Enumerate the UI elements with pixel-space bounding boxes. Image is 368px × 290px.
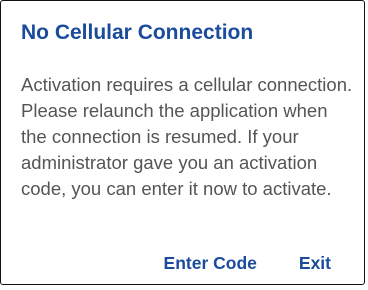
dialog-actions: Enter Code Exit	[164, 253, 331, 274]
enter-code-button[interactable]: Enter Code	[164, 253, 257, 274]
dialog-message: Activation requires a cellular connectio…	[21, 74, 353, 199]
dialog-title: No Cellular Connection	[21, 21, 254, 44]
alert-dialog: No Cellular Connection Activation requir…	[0, 0, 365, 285]
exit-button[interactable]: Exit	[299, 253, 331, 274]
